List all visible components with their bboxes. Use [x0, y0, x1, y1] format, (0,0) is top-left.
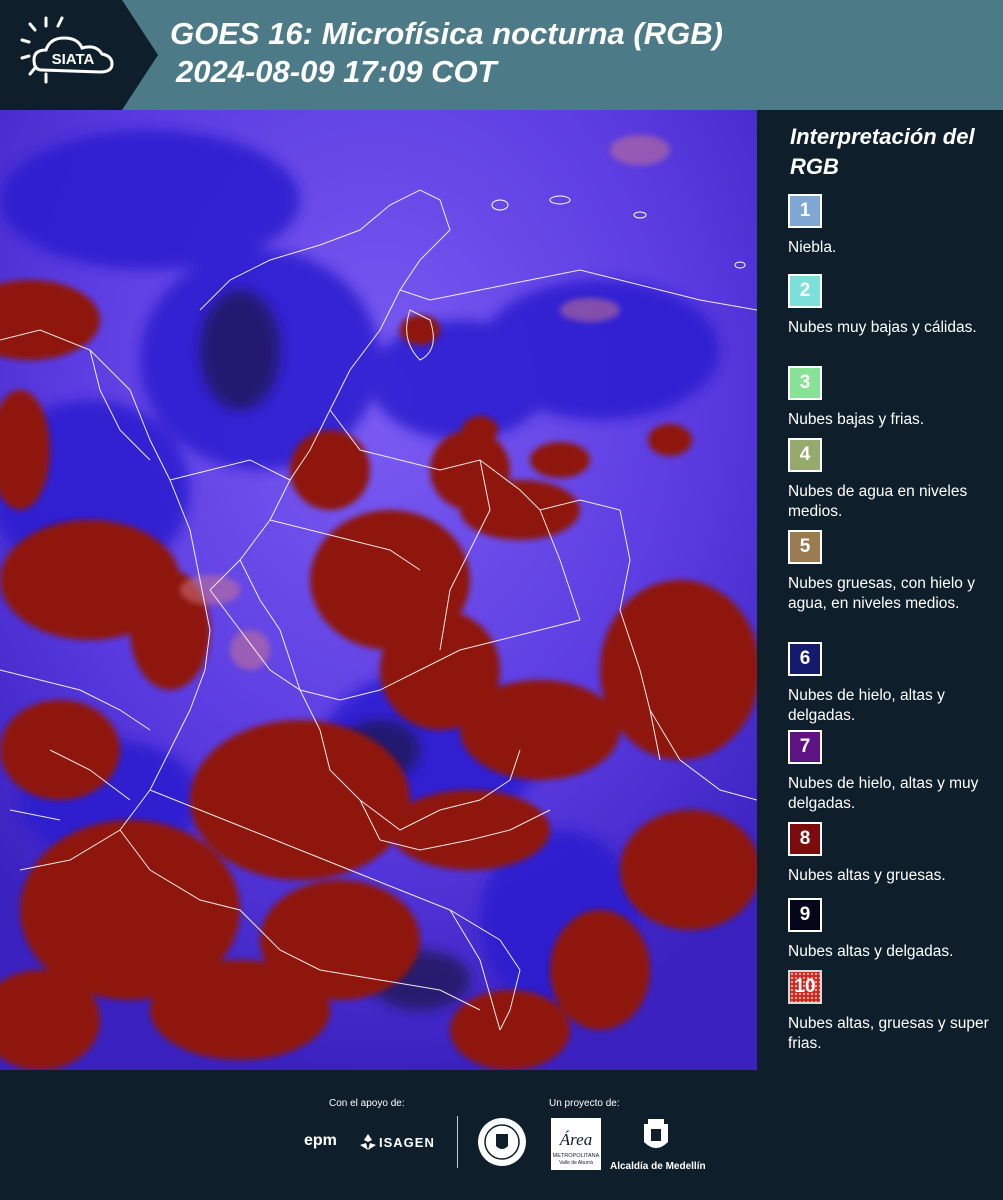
- legend-description: Nubes bajas y frias.: [788, 411, 925, 428]
- legend-item: 2 Nubes muy bajas y cálidas.: [788, 274, 998, 338]
- satellite-rgb-image: [0, 110, 757, 1070]
- legend-description: Nubes gruesas, con hielo y agua, en nive…: [788, 575, 975, 612]
- medellin-coat-of-arms-icon: [644, 1119, 668, 1148]
- page-timestamp: 2024-08-09 17:09 COT: [176, 54, 497, 89]
- isagen-mark-icon: [360, 1134, 376, 1150]
- legend-swatch: 7: [788, 730, 822, 764]
- legend-swatch: 3: [788, 366, 822, 400]
- isagen-logo: ISAGEN: [379, 1135, 435, 1150]
- legend-swatch: 9: [788, 898, 822, 932]
- legend-swatch: 1: [788, 194, 822, 228]
- legend-description: Nubes altas y gruesas.: [788, 867, 946, 884]
- legend-swatch: 5: [788, 530, 822, 564]
- area-metropolitana-logo: Área METROPOLITANA Valle de Aburrá: [551, 1118, 601, 1170]
- legend-item: 6 Nubes de hielo, altas y delgadas.: [788, 642, 998, 726]
- legend-description: Nubes muy bajas y cálidas.: [788, 319, 977, 336]
- legend-panel: Interpretación del RGB 1 Niebla. 2 Nubes mu…: [757, 110, 1003, 1070]
- legend-item: 1 Niebla.: [788, 194, 998, 258]
- legend-description: Niebla.: [788, 239, 837, 256]
- header: SIATA GOES 16: Microfísica nocturna (RGB…: [0, 0, 1003, 110]
- legend-swatch: 2: [788, 274, 822, 308]
- legend-swatch: 8: [788, 822, 822, 856]
- legend-description: Nubes altas, gruesas y super frias.: [788, 1015, 989, 1052]
- epm-logo: epm: [304, 1132, 337, 1149]
- legend-title: Interpretación del RGB: [790, 124, 975, 179]
- satellite-rgb-map[interactable]: [0, 110, 757, 1070]
- siata-logo-text: SIATA: [52, 51, 95, 68]
- legend-item: 10 Nubes altas, gruesas y super frias.: [788, 970, 998, 1054]
- legend-swatch: 10: [788, 970, 822, 1004]
- page-title: GOES 16: Microfísica nocturna (RGB): [170, 16, 723, 51]
- legend-description: Nubes de agua en niveles medios.: [788, 483, 968, 520]
- alcaldia-label: Alcaldía de Medellín: [610, 1161, 706, 1172]
- footer: Con el apoyo de: Un proyecto de: epm ISA…: [0, 1070, 1003, 1200]
- footer-divider: [457, 1116, 458, 1168]
- legend-swatch: 4: [788, 438, 822, 472]
- legend-swatch: 6: [788, 642, 822, 676]
- legend-description: Nubes altas y delgadas.: [788, 943, 954, 960]
- siata-logo: SIATA: [0, 0, 158, 110]
- legend-description: Nubes de hielo, altas y delgadas.: [788, 687, 945, 724]
- university-seal-logo: [478, 1118, 526, 1166]
- area-logo-text: Área: [559, 1130, 592, 1149]
- legend-item: 5 Nubes gruesas, con hielo y agua, en niv…: [788, 530, 998, 614]
- legend-item: 8 Nubes altas y gruesas.: [788, 822, 998, 886]
- legend-item: 9 Nubes altas y delgadas.: [788, 898, 998, 962]
- support-label: Con el apoyo de:: [329, 1098, 405, 1109]
- legend-item: 3 Nubes bajas y frias.: [788, 366, 998, 430]
- project-label: Un proyecto de:: [549, 1098, 620, 1109]
- area-logo-subtitle: METROPOLITANA: [553, 1153, 600, 1159]
- legend-description: Nubes de hielo, altas y muy delgadas.: [788, 775, 979, 812]
- legend-item: 4 Nubes de agua en niveles medios.: [788, 438, 998, 522]
- legend-item: 7 Nubes de hielo, altas y muy delgadas.: [788, 730, 998, 814]
- area-logo-subtitle-2: Valle de Aburrá: [559, 1160, 593, 1166]
